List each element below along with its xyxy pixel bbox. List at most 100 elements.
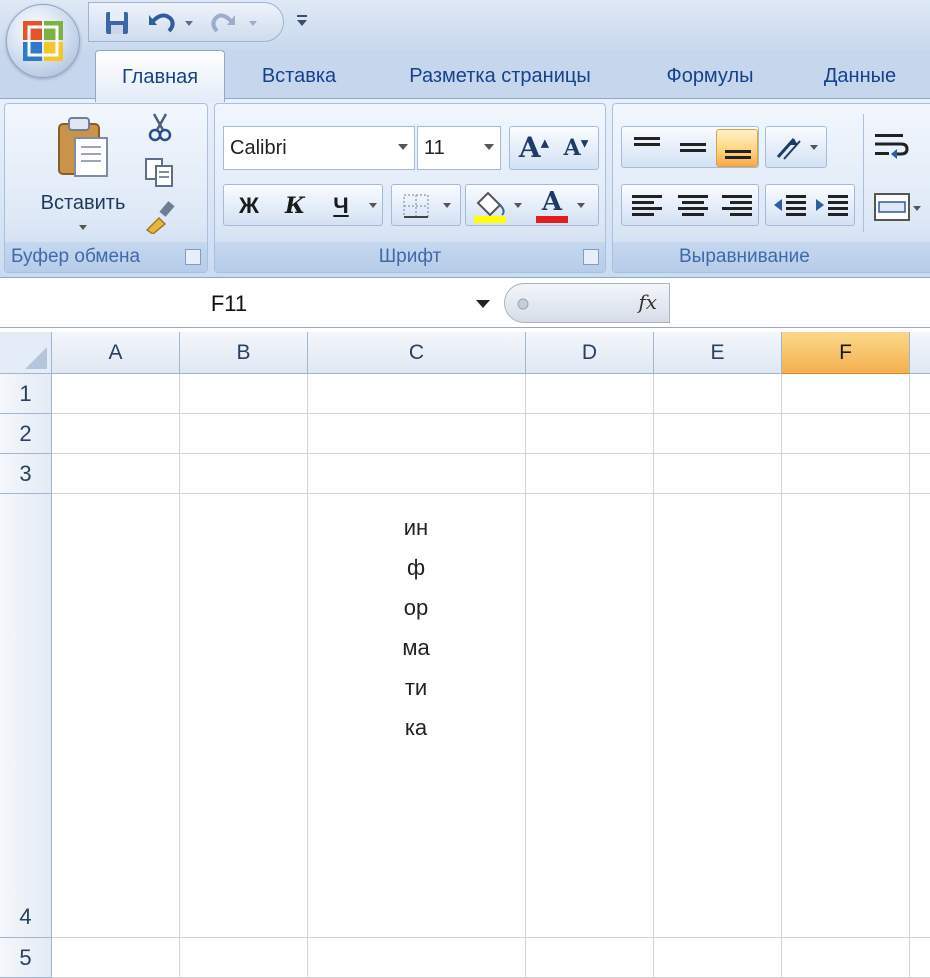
cell-g4[interactable] <box>910 494 930 938</box>
column-header-b[interactable]: B <box>180 332 308 374</box>
ribbon-tabs: Главная Вставка Разметка страницы Формул… <box>0 50 930 102</box>
align-top-button[interactable] <box>626 131 668 165</box>
font-color-button[interactable]: A <box>534 187 596 225</box>
cell-c4[interactable]: информатика <box>308 494 526 938</box>
underline-button[interactable]: Ч <box>320 189 362 223</box>
italic-button[interactable]: К <box>274 189 316 223</box>
customize-toolbar-button[interactable] <box>294 12 310 30</box>
column-header-d[interactable]: D <box>526 332 654 374</box>
column-header-g[interactable] <box>910 332 930 374</box>
text-style-buttons: Ж К Ч <box>223 184 383 226</box>
cell-c1[interactable] <box>308 374 526 414</box>
tab-insert[interactable]: Вставка <box>240 50 358 100</box>
cell-b5[interactable] <box>180 938 308 978</box>
cell-e2[interactable] <box>654 414 782 454</box>
format-painter-button[interactable] <box>143 200 177 235</box>
cell-f3[interactable] <box>782 454 910 494</box>
text-orientation-button[interactable] <box>765 126 827 168</box>
cell-b4[interactable] <box>180 494 308 938</box>
cell-b2[interactable] <box>180 414 308 454</box>
row-header-5[interactable]: 5 <box>0 938 52 978</box>
formula-input[interactable] <box>672 280 930 327</box>
color-buttons: A <box>465 184 599 226</box>
indent-buttons <box>765 184 855 226</box>
cell-g2[interactable] <box>910 414 930 454</box>
insert-function-button[interactable]: fx <box>638 290 657 314</box>
row-header-3[interactable]: 3 <box>0 454 52 494</box>
cell-f2[interactable] <box>782 414 910 454</box>
tab-data[interactable]: Данные <box>800 50 920 100</box>
undo-icon <box>149 13 193 33</box>
align-middle-button[interactable] <box>672 131 714 165</box>
cell-a5[interactable] <box>52 938 180 978</box>
copy-button[interactable] <box>143 156 177 188</box>
cell-c2[interactable] <box>308 414 526 454</box>
paste-button[interactable]: Вставить <box>23 110 143 240</box>
align-left-button[interactable] <box>626 189 668 223</box>
cell-f5[interactable] <box>782 938 910 978</box>
cell-e1[interactable] <box>654 374 782 414</box>
chevron-down-icon <box>476 300 490 308</box>
cell-a1[interactable] <box>52 374 180 414</box>
cell-a4[interactable] <box>52 494 180 938</box>
increase-indent-button[interactable] <box>812 189 852 223</box>
cell-c3[interactable] <box>308 454 526 494</box>
chevron-down-icon <box>369 203 377 208</box>
cell-d2[interactable] <box>526 414 654 454</box>
cell-f4[interactable] <box>782 494 910 938</box>
align-right-button[interactable] <box>716 189 758 223</box>
decrease-indent-button[interactable] <box>770 189 810 223</box>
save-button[interactable] <box>103 9 133 37</box>
clipboard-launcher[interactable] <box>185 249 201 265</box>
cell-b3[interactable] <box>180 454 308 494</box>
row-header-1[interactable]: 1 <box>0 374 52 414</box>
align-bottom-button[interactable] <box>716 129 758 167</box>
cell-d1[interactable] <box>526 374 654 414</box>
bold-button[interactable]: Ж <box>228 189 270 223</box>
select-all-button[interactable] <box>0 332 52 374</box>
cell-c5[interactable] <box>308 938 526 978</box>
shrink-font-button[interactable]: A▼ <box>556 135 596 167</box>
wrap-text-button[interactable] <box>871 128 915 168</box>
column-header-e[interactable]: E <box>654 332 782 374</box>
office-button[interactable] <box>6 4 80 78</box>
name-box[interactable]: F11 <box>0 280 498 327</box>
font-color-label: A <box>541 187 563 217</box>
name-box-value: F11 <box>210 291 248 316</box>
shrink-font-label: A <box>563 135 581 161</box>
cell-g1[interactable] <box>910 374 930 414</box>
grow-font-button[interactable]: A▲ <box>514 131 554 167</box>
merge-center-button[interactable] <box>871 188 930 226</box>
cell-e3[interactable] <box>654 454 782 494</box>
cut-button[interactable] <box>145 112 175 142</box>
cell-d4[interactable] <box>526 494 654 938</box>
cell-e4[interactable] <box>654 494 782 938</box>
column-header-a[interactable]: A <box>52 332 180 374</box>
fill-color-button[interactable] <box>470 187 530 225</box>
font-launcher[interactable] <box>583 249 599 265</box>
cell-b1[interactable] <box>180 374 308 414</box>
borders-button[interactable] <box>391 184 461 226</box>
font-name-combo[interactable]: Calibri <box>223 126 415 170</box>
tab-home[interactable]: Главная <box>95 50 225 102</box>
cell-d3[interactable] <box>526 454 654 494</box>
cell-d5[interactable] <box>526 938 654 978</box>
cell-e5[interactable] <box>654 938 782 978</box>
cell-a2[interactable] <box>52 414 180 454</box>
cell-f1[interactable] <box>782 374 910 414</box>
tab-formulas[interactable]: Формулы <box>645 50 775 100</box>
row-header-4[interactable]: 4 <box>0 494 52 938</box>
align-center-button[interactable] <box>672 189 714 223</box>
redo-button[interactable] <box>209 9 269 37</box>
cell-g5[interactable] <box>910 938 930 978</box>
tab-page-layout[interactable]: Разметка страницы <box>380 50 620 100</box>
font-size-combo[interactable]: 11 <box>417 126 501 170</box>
undo-button[interactable] <box>147 9 197 37</box>
cell-a3[interactable] <box>52 454 180 494</box>
spreadsheet-grid: A B C D E F 1 2 3 4 5 информатика <box>0 332 930 978</box>
row-header-2[interactable]: 2 <box>0 414 52 454</box>
customize-icon <box>297 15 307 26</box>
column-header-f[interactable]: F <box>782 332 910 374</box>
cell-g3[interactable] <box>910 454 930 494</box>
column-header-c[interactable]: C <box>308 332 526 374</box>
